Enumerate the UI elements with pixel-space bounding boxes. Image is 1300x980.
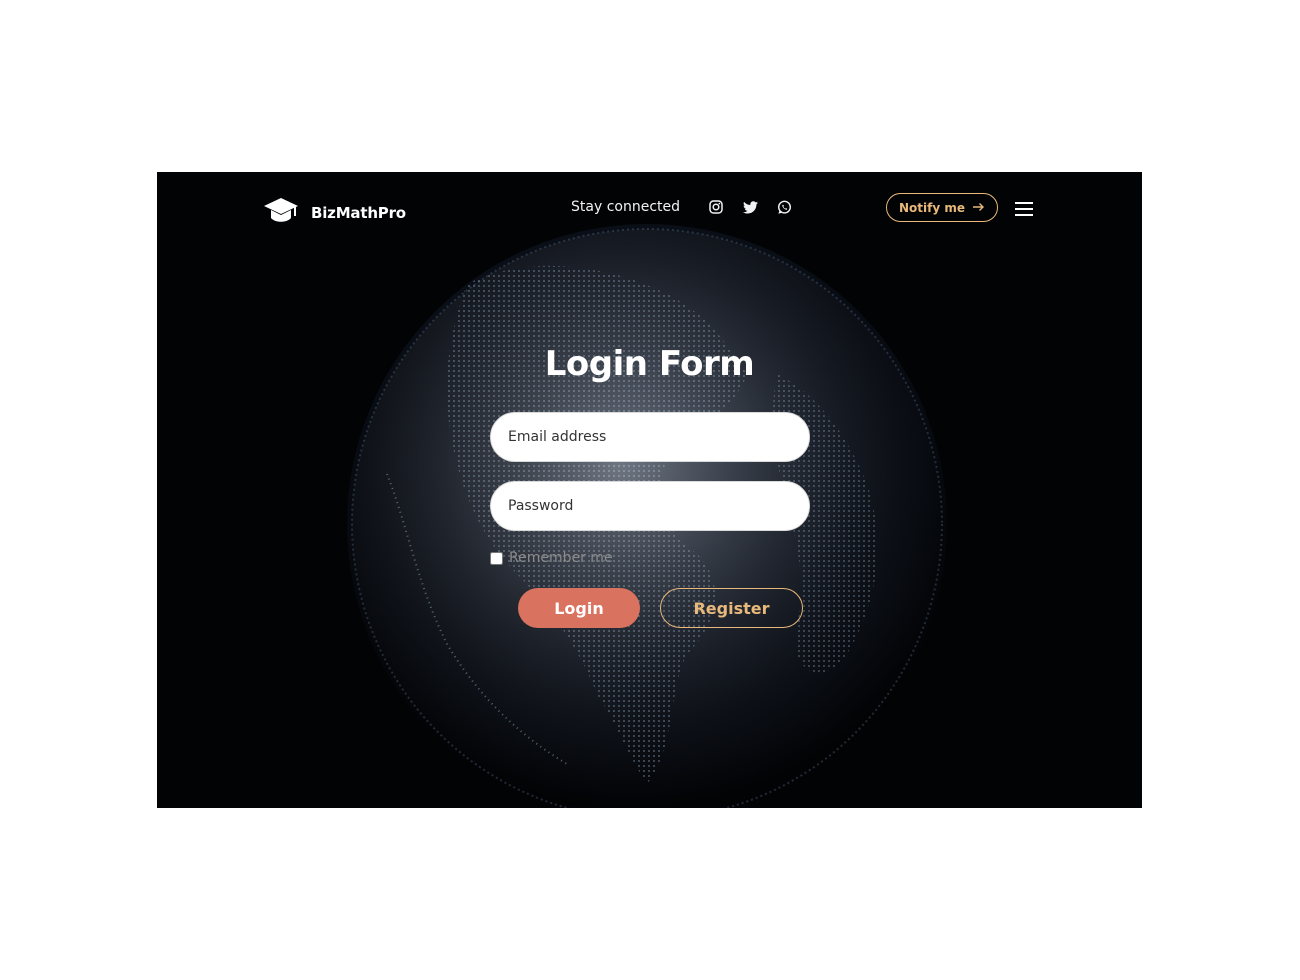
login-button[interactable]: Login bbox=[518, 588, 640, 628]
graduation-cap-icon bbox=[263, 196, 299, 230]
remember-me-label: Remember me bbox=[509, 550, 613, 566]
stay-connected-label: Stay connected bbox=[571, 199, 680, 215]
password-field[interactable] bbox=[490, 481, 810, 531]
page-title: Login Form bbox=[544, 344, 755, 384]
remember-me-option[interactable]: Remember me bbox=[490, 550, 613, 566]
whatsapp-icon[interactable] bbox=[776, 199, 792, 215]
register-button[interactable]: Register bbox=[660, 588, 803, 628]
hamburger-menu-icon[interactable] bbox=[1015, 202, 1033, 218]
notify-me-label: Notify me bbox=[899, 200, 965, 215]
social-links: Stay connected bbox=[571, 199, 810, 215]
email-field[interactable] bbox=[490, 412, 810, 462]
arrow-right-icon bbox=[973, 201, 985, 215]
top-navigation: BizMathPro Stay connected Notify me bbox=[157, 172, 1142, 252]
brand-name: BizMathPro bbox=[311, 204, 406, 222]
instagram-icon[interactable] bbox=[708, 199, 724, 215]
hero-section: BizMathPro Stay connected Notify me Logi… bbox=[157, 172, 1142, 808]
twitter-icon[interactable] bbox=[742, 199, 758, 215]
remember-me-checkbox[interactable] bbox=[490, 551, 503, 565]
brand-logo[interactable]: BizMathPro bbox=[263, 196, 406, 230]
notify-me-button[interactable]: Notify me bbox=[886, 193, 998, 222]
